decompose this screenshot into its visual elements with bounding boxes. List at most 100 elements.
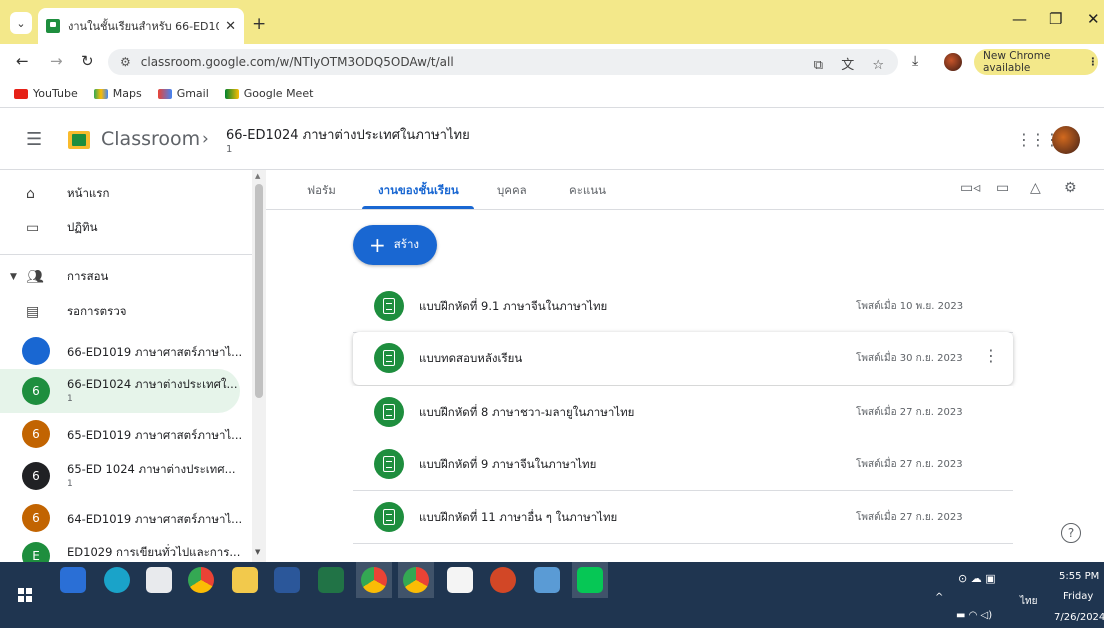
tab-people[interactable]: บุคคล: [497, 182, 527, 200]
chrome-profile-icon[interactable]: [361, 567, 387, 593]
bookmark-star-icon[interactable]: ☆: [872, 58, 884, 73]
powerpoint-app-icon[interactable]: [490, 567, 516, 593]
help-icon[interactable]: ?: [1061, 523, 1081, 543]
assignment-row[interactable]: แบบฝึกหัดที่ 9.1 ภาษาจีนในภาษาไทย โพสต์เ…: [353, 280, 1013, 333]
gmail-icon: [157, 88, 172, 99]
bookmarks-bar: YouTube Maps Gmail Google Meet: [0, 80, 1104, 108]
calendar-icon: ▭: [26, 220, 40, 236]
tray-expand-icon[interactable]: ^: [935, 592, 943, 603]
bookmark-maps[interactable]: Maps: [93, 87, 142, 100]
forward-arrow-icon[interactable]: →: [50, 52, 63, 70]
tray-app-icons[interactable]: ⊙ ☁ ▣: [958, 572, 996, 585]
word-app-icon[interactable]: [274, 567, 300, 593]
class-avatar: 6: [22, 420, 50, 448]
assignment-row[interactable]: แบบฝึกหัดที่ 9 ภาษาจีนในภาษาไทย โพสต์เมื…: [353, 438, 1013, 491]
file-explorer-icon[interactable]: [232, 567, 258, 593]
tab-classwork[interactable]: งานของชั้นเรียน: [378, 182, 459, 200]
new-tab-button[interactable]: +: [252, 14, 266, 34]
clock-date[interactable]: 7/26/2024: [1054, 612, 1104, 623]
sidebar-item-calendar[interactable]: ▭ ปฏิทิน: [0, 208, 240, 248]
sidebar-item-teaching[interactable]: ▼ 👥︎ การสอน: [0, 257, 240, 297]
clock-time[interactable]: 5:55 PM: [1059, 571, 1099, 582]
class-avatar: 6: [22, 462, 50, 490]
assignment-row-hover[interactable]: แบบทดสอบหลังเรียน โพสต์เมื่อ 30 ก.ย. 202…: [353, 332, 1013, 385]
sidebar-class-item[interactable]: 6 65-ED 1024 ภาษาต่างประเทศ... 1: [0, 454, 240, 498]
restore-icon[interactable]: ❐: [1049, 10, 1062, 28]
excel-app-icon[interactable]: [318, 567, 344, 593]
tab-grades[interactable]: คะแนน: [569, 182, 606, 200]
cast-icon[interactable]: ⧉: [814, 58, 823, 73]
main-menu-icon[interactable]: ☰: [26, 129, 42, 150]
expand-caret-icon[interactable]: ▼: [10, 272, 17, 282]
mail-app-icon[interactable]: [60, 567, 86, 593]
app-name[interactable]: Classroom: [101, 128, 200, 150]
control-panel-icon[interactable]: [534, 567, 560, 593]
sidebar-class-item[interactable]: E ED1029 การเขียนทั่วไปและการ...: [0, 534, 240, 562]
sidebar-item-to-review[interactable]: ▤ รอการตรวจ: [0, 292, 240, 332]
drive-icon[interactable]: △: [1030, 180, 1041, 196]
breadcrumb-chevron-icon: ›: [202, 129, 209, 149]
pdf-app-icon[interactable]: [447, 567, 473, 593]
sidebar-class-item[interactable]: 66-ED1019 ภาษาศาสตร์ภาษาไ...: [0, 329, 242, 373]
assignment-icon: [374, 502, 404, 532]
bookmark-google-meet[interactable]: Google Meet: [224, 87, 313, 100]
assignment-title: แบบฝึกหัดที่ 9.1 ภาษาจีนในภาษาไทย: [419, 299, 608, 313]
calendar-icon[interactable]: ▭: [996, 180, 1009, 196]
windows-start-icon[interactable]: [18, 588, 32, 602]
chrome-profile-icon[interactable]: [403, 567, 429, 593]
class-avatar: 6: [22, 504, 50, 532]
classroom-header: ☰ Classroom › 66-ED1024 ภาษาต่างประเทศใน…: [0, 108, 1104, 170]
store-app-icon[interactable]: [146, 567, 172, 593]
create-button[interactable]: + สร้าง: [353, 225, 437, 265]
classroom-favicon-icon: [46, 19, 60, 33]
assignment-row[interactable]: แบบฝึกหัดที่ 8 ภาษาชวา-มลายูในภาษาไทย โพ…: [353, 386, 1013, 439]
edge-browser-icon[interactable]: [104, 567, 130, 593]
bookmark-gmail[interactable]: Gmail: [157, 87, 209, 100]
classroom-logo-icon[interactable]: [68, 131, 90, 149]
to-review-icon: ▤: [26, 304, 40, 320]
tray-network-volume-icons[interactable]: ▬ ◠ ◁): [956, 610, 992, 621]
class-avatar: 6: [22, 377, 50, 405]
line-app-icon[interactable]: [577, 567, 603, 593]
browser-tab-strip: ⌄ งานในชั้นเรียนสำหรับ 66-ED1024 ภ ✕ + —…: [0, 0, 1104, 44]
account-avatar[interactable]: [1052, 126, 1080, 154]
assignment-date: โพสต์เมื่อ 27 ก.ย. 2023: [856, 459, 963, 470]
chrome-app-icon[interactable]: [188, 567, 214, 593]
sidebar-label-teaching: การสอน: [67, 269, 109, 283]
chrome-menu-icon[interactable]: ⋮: [1088, 56, 1099, 68]
tray-language[interactable]: ไทย: [1020, 594, 1037, 609]
more-options-icon[interactable]: ⋮: [983, 346, 999, 365]
new-chrome-available-button[interactable]: New Chrome available ⋮: [974, 49, 1098, 75]
assignment-date: โพสต์เมื่อ 27 ก.ย. 2023: [856, 512, 963, 523]
settings-gear-icon[interactable]: ⚙: [1064, 180, 1077, 196]
address-bar[interactable]: ⚙ classroom.google.com/w/NTIyOTM3ODQ5ODA…: [108, 49, 898, 75]
create-label: สร้าง: [393, 237, 420, 251]
sidebar-scrollbar[interactable]: ▲ ▼: [252, 170, 266, 562]
sidebar-label-to-review: รอการตรวจ: [67, 304, 127, 318]
assignment-row[interactable]: แบบฝึกหัดที่ 11 ภาษาอื่น ๆ ในภาษาไทย โพส…: [353, 491, 1013, 544]
clock-day[interactable]: Friday: [1063, 591, 1093, 602]
profile-avatar-icon[interactable]: [944, 53, 962, 71]
class-section: 1: [67, 479, 73, 489]
meet-video-icon[interactable]: ▭◃: [960, 180, 980, 196]
tab-close-icon[interactable]: ✕: [225, 19, 236, 34]
class-name: 65-ED1019 ภาษาศาสตร์ภาษาไ...: [67, 428, 243, 442]
minimize-icon[interactable]: —: [1012, 10, 1027, 28]
download-icon[interactable]: ⤓: [912, 53, 918, 69]
scroll-up-icon[interactable]: ▲: [255, 172, 260, 180]
sidebar-class-item[interactable]: 6 65-ED1019 ภาษาศาสตร์ภาษาไ...: [0, 412, 243, 456]
site-info-icon[interactable]: ⚙: [120, 55, 131, 69]
browser-tab-classroom[interactable]: งานในชั้นเรียนสำหรับ 66-ED1024 ภ ✕: [38, 8, 244, 44]
bookmark-youtube[interactable]: YouTube: [14, 87, 78, 100]
scrollbar-thumb[interactable]: [255, 184, 263, 398]
reload-icon[interactable]: ↻: [81, 52, 94, 70]
home-icon: ⌂: [26, 186, 35, 202]
sidebar-class-item-active[interactable]: 6 66-ED1024 ภาษาต่างประเทศใ... 1: [0, 369, 240, 413]
window-close-icon[interactable]: ✕: [1087, 10, 1100, 28]
tab-search-chevron-icon[interactable]: ⌄: [10, 12, 32, 34]
tab-stream[interactable]: ฟอรัม: [307, 182, 336, 200]
translate-icon[interactable]: 文: [841, 58, 854, 73]
scroll-down-icon[interactable]: ▼: [255, 548, 260, 556]
back-arrow-icon[interactable]: ←: [16, 52, 29, 70]
class-avatar: [22, 337, 50, 365]
